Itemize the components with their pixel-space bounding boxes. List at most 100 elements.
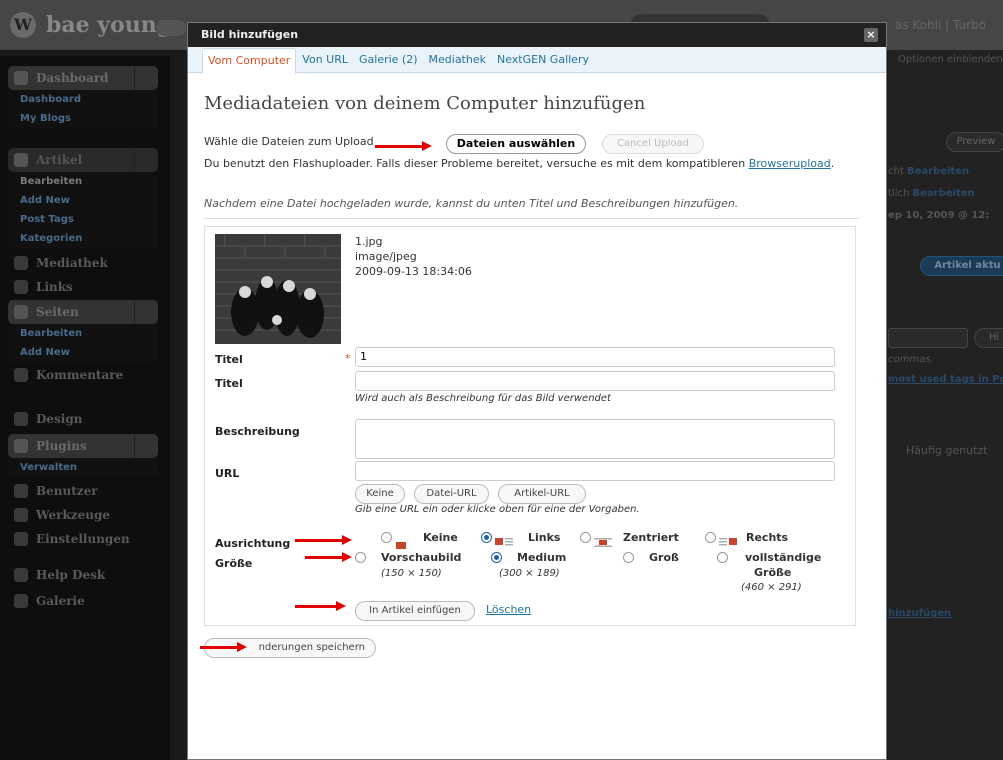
title-input[interactable]: 1 <box>355 347 835 367</box>
screen: W bae young as Kohli | Turbo Dashboard D… <box>0 0 1003 760</box>
menu-seiten[interactable]: Seiten Bearbeiten Add New <box>8 300 158 362</box>
dashboard-icon <box>14 71 28 85</box>
submenu-item[interactable]: My Blogs <box>8 109 158 128</box>
visit-site-button[interactable] <box>156 20 186 36</box>
uploader-info-end: . <box>830 157 835 170</box>
file-date: 2009-09-13 18:34:06 <box>355 265 472 278</box>
menu-help-desk[interactable]: Help Desk <box>8 564 158 586</box>
url-input[interactable] <box>355 461 835 481</box>
page-title: Mediadateien von deinem Computer hinzufü… <box>204 93 646 114</box>
menu-galerie[interactable]: Galerie <box>8 590 158 612</box>
tags-input[interactable] <box>888 328 968 348</box>
menu-label: Benutzer <box>36 484 98 498</box>
size-large-radio[interactable] <box>623 552 634 563</box>
align-right-radio[interactable] <box>705 532 716 543</box>
upload-note: Nachdem eine Datei hochgeladen wurde, ka… <box>204 197 739 210</box>
submenu-item[interactable]: Dashboard <box>8 90 158 109</box>
gallery-icon <box>14 594 28 608</box>
menu-toggle[interactable] <box>134 66 158 90</box>
popular-categories-tab[interactable]: Häufig genutzt <box>906 444 988 457</box>
menu-werkzeuge[interactable]: Werkzeuge <box>8 504 158 526</box>
menu-dashboard[interactable]: Dashboard Dashboard My Blogs <box>8 66 158 128</box>
menu-links[interactable]: Links <box>8 276 158 298</box>
tools-icon <box>14 508 28 522</box>
uploader-info-text: Du benutzt den Flashuploader. Falls dies… <box>204 157 746 170</box>
description-textarea[interactable] <box>355 419 835 459</box>
align-none-radio[interactable] <box>381 532 392 543</box>
close-icon[interactable]: × <box>864 28 878 42</box>
url-label: URL <box>215 467 240 480</box>
annotation-arrow <box>375 141 432 151</box>
tab-nextgen-gallery[interactable]: NextGEN Gallery <box>492 47 594 73</box>
menu-label: Einstellungen <box>36 532 130 546</box>
browser-upload-link[interactable]: Browserupload <box>749 157 831 170</box>
delete-link[interactable]: Löschen <box>486 603 531 616</box>
submenu-item[interactable]: Post Tags <box>8 210 158 229</box>
align-left-radio[interactable] <box>481 532 492 543</box>
size-thumbnail-radio[interactable] <box>355 552 366 563</box>
align-right-label: Rechts <box>746 531 789 544</box>
update-post-button[interactable]: Artikel aktu <box>920 256 1003 276</box>
size-medium-dims: (300 × 189) <box>499 568 560 579</box>
site-title[interactable]: bae young <box>46 12 172 38</box>
tab-galerie[interactable]: Galerie (2) <box>354 47 423 73</box>
help-icon <box>14 568 28 582</box>
edit-status-link[interactable]: Bearbeiten <box>907 166 969 177</box>
cancel-upload-button[interactable]: Cancel Upload <box>602 134 704 154</box>
align-none-icon <box>396 534 409 549</box>
size-medium-radio[interactable] <box>491 552 502 563</box>
menu-toggle[interactable] <box>134 434 158 458</box>
most-used-tags-link[interactable]: most used tags in Po <box>888 374 1003 385</box>
menu-toggle[interactable] <box>134 148 158 172</box>
size-medium-label: Medium <box>517 551 567 564</box>
link-icon <box>14 280 28 294</box>
screen-options-link[interactable]: Optionen einblenden <box>898 54 1003 65</box>
status-label: cht <box>888 166 904 177</box>
insert-into-post-button[interactable]: In Artikel einfügen <box>355 601 475 621</box>
tab-von-url[interactable]: Von URL <box>297 47 353 73</box>
select-files-button[interactable]: Dateien auswählen <box>446 134 586 154</box>
menu-design[interactable]: Design <box>8 408 158 430</box>
preview-button[interactable]: Preview <box>946 132 1003 152</box>
url-post-button[interactable]: Artikel-URL <box>498 484 586 504</box>
menu-label: Dashboard <box>36 71 109 85</box>
submenu-item[interactable]: Add New <box>8 191 158 210</box>
submenu-item[interactable]: Kategorien <box>8 229 158 248</box>
dialog-titlebar: Bild hinzufügen × <box>188 23 886 47</box>
url-none-button[interactable]: Keine <box>355 484 405 504</box>
tab-vom-computer[interactable]: Vom Computer <box>202 48 297 74</box>
align-none-label: Keine <box>423 531 458 544</box>
menu-label: Artikel <box>36 153 83 167</box>
caption-input[interactable] <box>355 371 835 391</box>
wordpress-logo-icon: W <box>10 12 36 38</box>
align-left-label: Links <box>528 531 561 544</box>
submenu-item[interactable]: Add New <box>8 343 158 362</box>
settings-icon <box>14 532 28 546</box>
menu-kommentare[interactable]: Kommentare <box>8 364 158 386</box>
menu-mediathek[interactable]: Mediathek <box>8 252 158 274</box>
align-center-radio[interactable] <box>580 532 591 543</box>
size-full-radio[interactable] <box>717 552 728 563</box>
menu-artikel[interactable]: Artikel Bearbeiten Add New Post Tags Kat… <box>8 148 158 248</box>
menu-label: Plugins <box>36 439 87 453</box>
menu-plugins[interactable]: Plugins Verwalten <box>8 434 158 477</box>
menu-label: Galerie <box>36 594 85 608</box>
menu-benutzer[interactable]: Benutzer <box>8 480 158 502</box>
menu-einstellungen[interactable]: Einstellungen <box>8 528 158 550</box>
menu-label: Werkzeuge <box>36 508 110 522</box>
menu-label: Kommentare <box>36 368 124 382</box>
submenu-item[interactable]: Verwalten <box>8 458 158 477</box>
right-panel: Optionen einblenden Preview cht Bearbeit… <box>888 50 1003 760</box>
tags-hint: commas. <box>888 354 934 365</box>
menu-toggle[interactable] <box>134 300 158 324</box>
submenu-item[interactable]: Bearbeiten <box>8 324 158 343</box>
add-tag-button[interactable]: Hi <box>974 328 1003 348</box>
annotation-arrow <box>305 552 352 562</box>
url-file-button[interactable]: Datei-URL <box>414 484 489 504</box>
submenu-item[interactable]: Bearbeiten <box>8 172 158 191</box>
add-category-link[interactable]: hinzufügen <box>888 608 951 619</box>
edit-visibility-link[interactable]: Bearbeiten <box>913 188 975 199</box>
tab-mediathek[interactable]: Mediathek <box>424 47 491 73</box>
user-info[interactable]: as Kohli | Turbo <box>895 18 986 32</box>
menu-label: Help Desk <box>36 568 106 582</box>
